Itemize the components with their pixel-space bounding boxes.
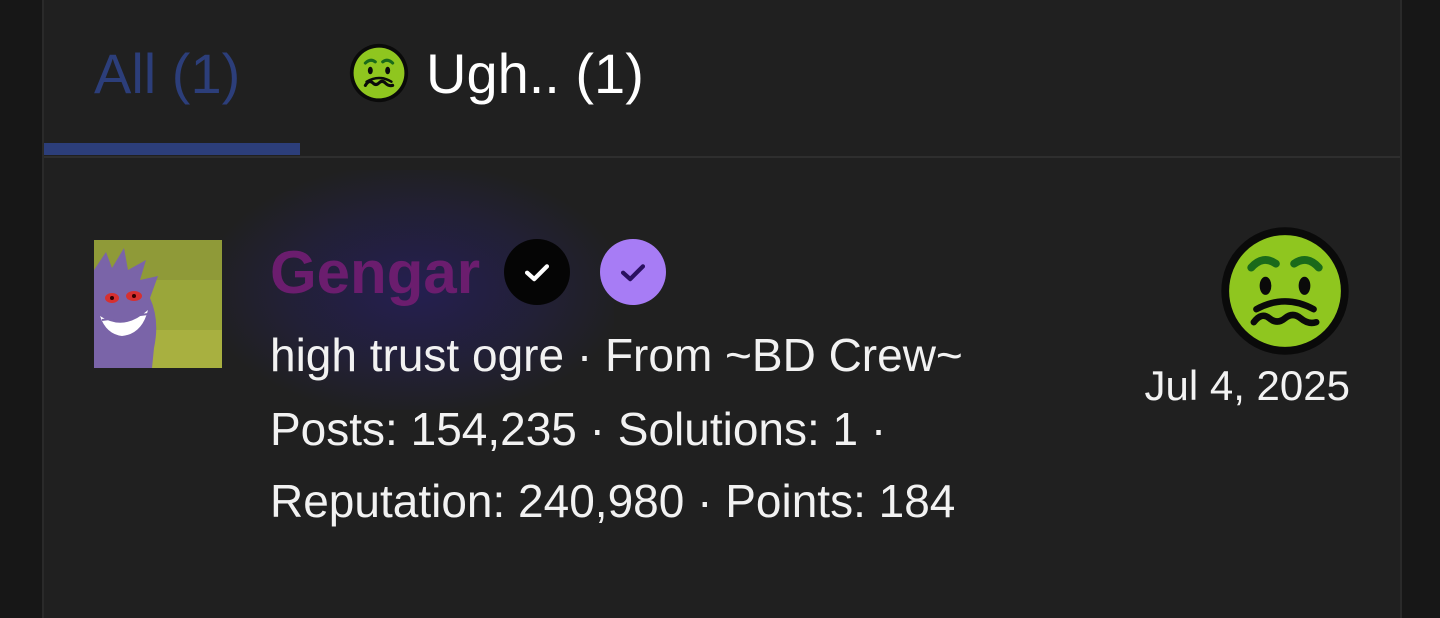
user-stats-line-2: Reputation: 240,980 · Points: 184 [270, 475, 956, 527]
tab-ugh-label: Ugh.. (1) [426, 41, 644, 105]
username-row: Gengar [270, 236, 696, 308]
active-tab-indicator [44, 143, 300, 155]
sick-face-icon [349, 43, 409, 103]
tab-all-label: All (1) [94, 41, 241, 105]
verified-black-check-icon [504, 239, 571, 305]
user-title-line: high trust ogre · From ~BD Crew~ [270, 329, 963, 381]
verified-purple-check-icon [600, 239, 667, 305]
sick-face-icon [1221, 227, 1349, 355]
page-background: All (1) Ugh.. (1) Gengar high trust ogre… [0, 0, 1440, 618]
reaction-date: Jul 4, 2025 [1144, 362, 1351, 409]
gengar-avatar [94, 240, 222, 368]
avatar[interactable] [94, 240, 222, 368]
reactions-panel: All (1) Ugh.. (1) Gengar high trust ogre… [42, 0, 1402, 618]
username[interactable]: Gengar [270, 238, 480, 307]
tab-all[interactable]: All (1) [94, 38, 240, 108]
reaction-tabs: All (1) Ugh.. (1) [44, 0, 1400, 158]
tab-ugh[interactable]: Ugh.. (1) [348, 38, 644, 108]
user-stats-line: Posts: 154,235 · Solutions: 1 · [270, 403, 887, 455]
